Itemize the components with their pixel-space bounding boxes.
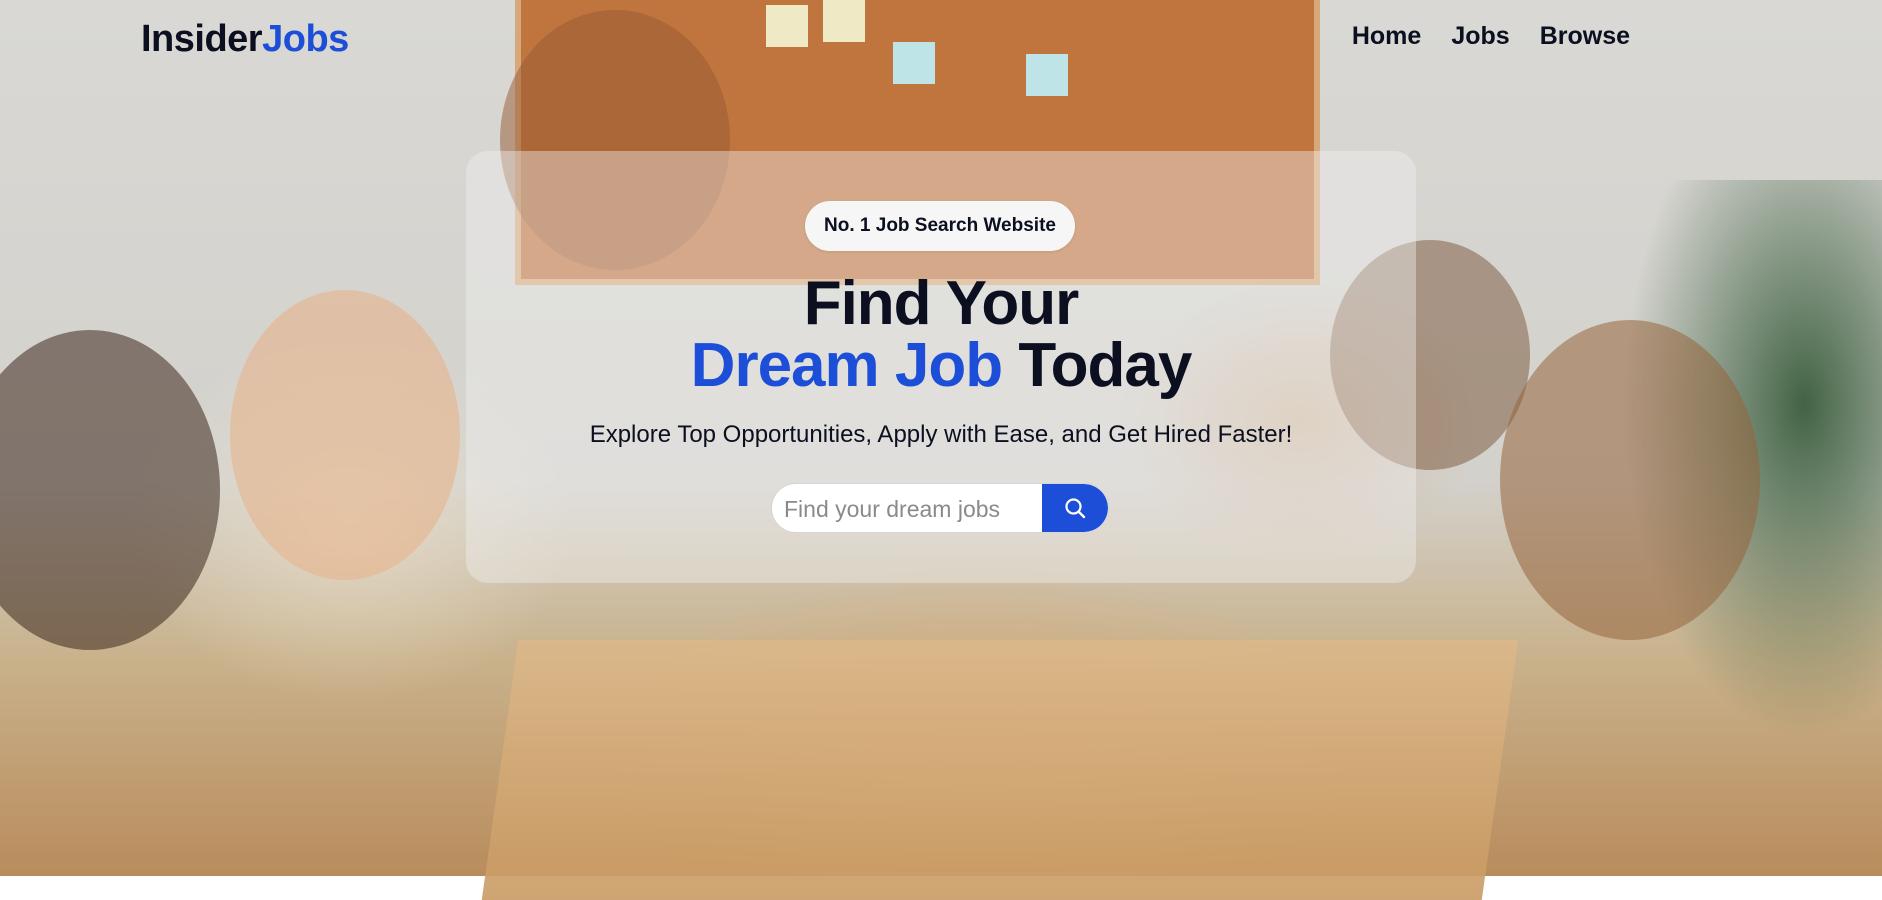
search-input[interactable] — [782, 490, 1036, 528]
person — [230, 290, 460, 580]
search-button[interactable] — [1042, 484, 1108, 532]
search-bar — [771, 483, 1109, 533]
hero-headline-line2: Dream Job Today — [466, 335, 1416, 397]
headline-highlight: Dream Job — [690, 331, 1003, 400]
wooden-table — [481, 640, 1519, 900]
person — [0, 330, 220, 650]
site-header: InsiderJobs Home Jobs Browse — [0, 0, 1882, 82]
hero-subtitle: Explore Top Opportunities, Apply with Ea… — [589, 421, 1293, 448]
headline-rest: Today — [1002, 331, 1192, 400]
logo[interactable]: InsiderJobs — [141, 18, 349, 61]
hero-badge: No. 1 Job Search Website — [805, 201, 1075, 251]
nav-browse-link[interactable]: Browse — [1540, 22, 1630, 51]
search-icon — [1065, 498, 1086, 519]
hero-headline-line1: Find Your — [803, 269, 1080, 338]
person — [1500, 320, 1760, 640]
logo-text-part1: Insider — [141, 18, 263, 60]
logo-text-part2: Jobs — [262, 18, 349, 60]
main-nav: Home Jobs Browse — [1352, 22, 1630, 51]
nav-jobs-link[interactable]: Jobs — [1451, 22, 1509, 51]
nav-home-link[interactable]: Home — [1352, 22, 1421, 51]
